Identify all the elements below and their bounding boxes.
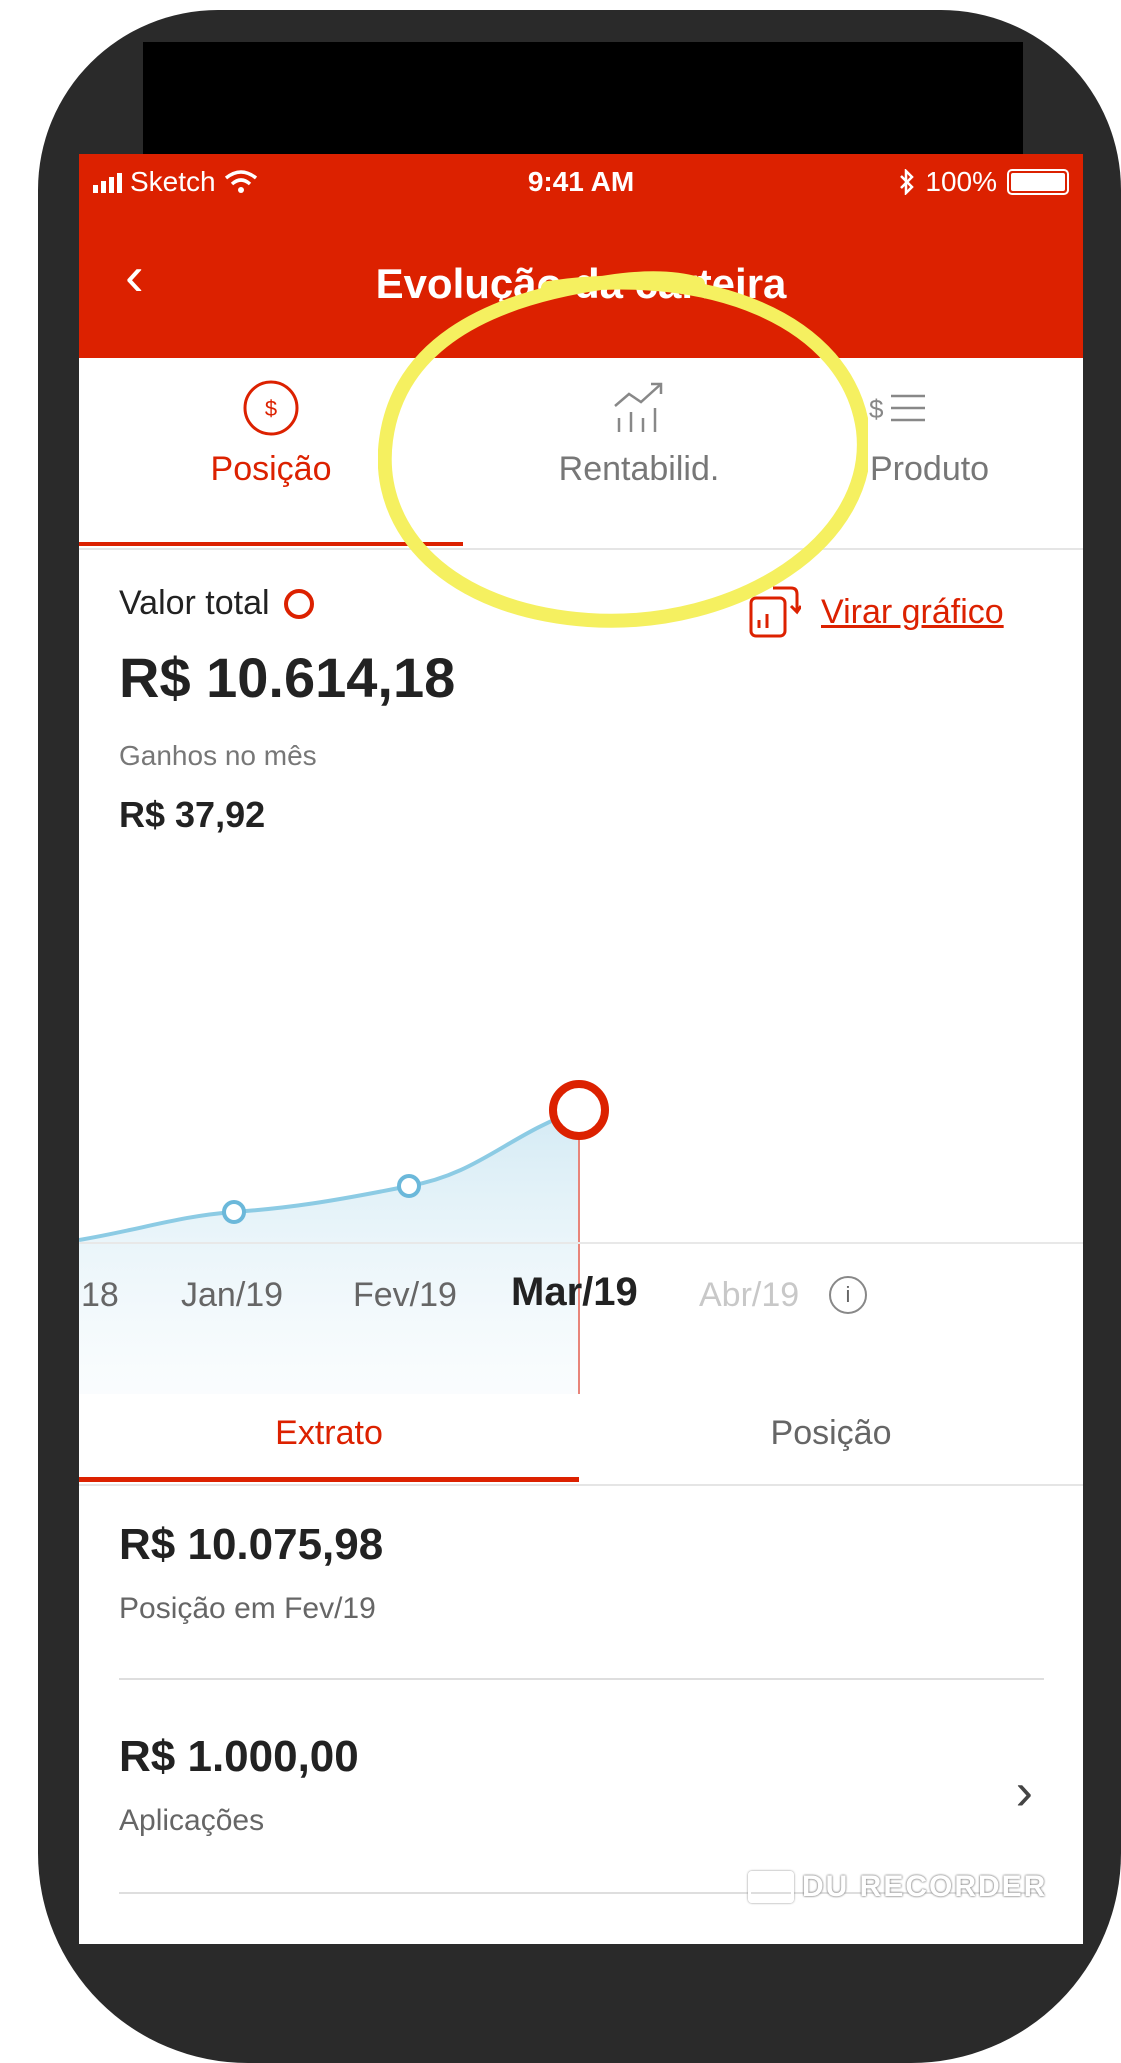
tab-rentabilidade[interactable]: Rentabilid.: [463, 358, 815, 546]
list-item: R$ 10.075,98 Posição em Fev/19: [119, 1520, 1044, 1626]
tab-posicao-detail[interactable]: Posição: [579, 1384, 1083, 1482]
chart-area-fill: [79, 1110, 579, 1394]
month-prev[interactable]: 18: [81, 1276, 119, 1315]
month-selector: 18 Jan/19 Fev/19 Mar/19 Abr/19 i: [79, 1264, 1083, 1324]
tab-posicao-label: Posição: [210, 450, 332, 488]
recorder-watermark: DU RECORDER: [748, 1870, 1047, 1904]
phone-screen: Sketch 9:41 AM 100% ‹ Evolução da cartei…: [79, 154, 1083, 1944]
dollar-list-icon: $: [869, 394, 925, 424]
watermark-text: DU RECORDER: [802, 1870, 1048, 1903]
svg-text:$: $: [869, 394, 884, 424]
valor-total-label: Valor total: [119, 584, 455, 623]
data-point-fev[interactable]: [397, 1174, 421, 1198]
phone-notch-area: [143, 42, 1023, 154]
chevron-right-icon[interactable]: ›: [1016, 1766, 1033, 1818]
tab-rentabilidade-label: Rentabilid.: [558, 450, 720, 488]
growth-chart-icon: [614, 382, 663, 432]
app-header: Sketch 9:41 AM 100% ‹ Evolução da cartei…: [79, 154, 1083, 358]
row-divider: [119, 1678, 1044, 1680]
tab-produto-label: Produto: [870, 450, 990, 488]
camera-icon: [748, 1871, 794, 1903]
battery-percent: 100%: [925, 166, 997, 197]
tab-posicao[interactable]: $ Posição: [79, 358, 463, 546]
top-tabs: $ Posição Rentabilid. $ Produto: [79, 358, 1083, 550]
nav-bar: ‹ Evolução da carteira: [79, 238, 1083, 328]
row-description: Aplicações: [119, 1804, 265, 1837]
flip-chart-icon: [749, 586, 801, 638]
valor-total-text: Valor total: [119, 584, 270, 622]
month-abr[interactable]: Abr/19: [699, 1276, 799, 1315]
tab-produto[interactable]: $ Produto: [815, 358, 1083, 546]
bluetooth-icon: [900, 169, 915, 195]
status-bar: Sketch 9:41 AM 100%: [79, 154, 1083, 210]
page-title: Evolução da carteira: [375, 260, 787, 307]
tab-extrato[interactable]: Extrato: [79, 1384, 579, 1482]
series-marker-icon: [283, 588, 314, 619]
flip-chart-label: Virar gráfico: [821, 592, 1004, 631]
detail-tabs: Extrato Posição: [79, 1384, 1083, 1486]
portfolio-area-chart[interactable]: [79, 994, 1083, 1394]
total-value: R$ 10.614,18: [119, 646, 456, 709]
month-mar-selected[interactable]: Mar/19: [511, 1270, 638, 1315]
dollar-circle-icon: $: [243, 380, 299, 436]
svg-text:$: $: [265, 396, 277, 421]
info-icon[interactable]: i: [829, 1276, 867, 1314]
battery-icon: [1007, 169, 1069, 195]
month-jan[interactable]: Jan/19: [181, 1276, 283, 1315]
gains-label: Ganhos no mês: [119, 740, 317, 771]
data-point-mar-selected[interactable]: [549, 1080, 609, 1140]
chart-axis-line: [79, 1242, 1083, 1244]
portfolio-summary: Valor total R$ 10.614,18 Ganhos no mês R…: [119, 584, 455, 836]
month-fev[interactable]: Fev/19: [353, 1276, 457, 1315]
row-description: Posição em Fev/19: [119, 1592, 376, 1625]
row-amount: R$ 10.075,98: [119, 1520, 384, 1569]
flip-chart-button[interactable]: Virar gráfico: [747, 584, 1004, 640]
data-point-jan[interactable]: [222, 1200, 246, 1224]
gains-value: R$ 37,92: [119, 794, 266, 835]
row-amount: R$ 1.000,00: [119, 1732, 359, 1781]
list-item-aplicacoes[interactable]: R$ 1.000,00 Aplicações: [119, 1732, 1044, 1838]
